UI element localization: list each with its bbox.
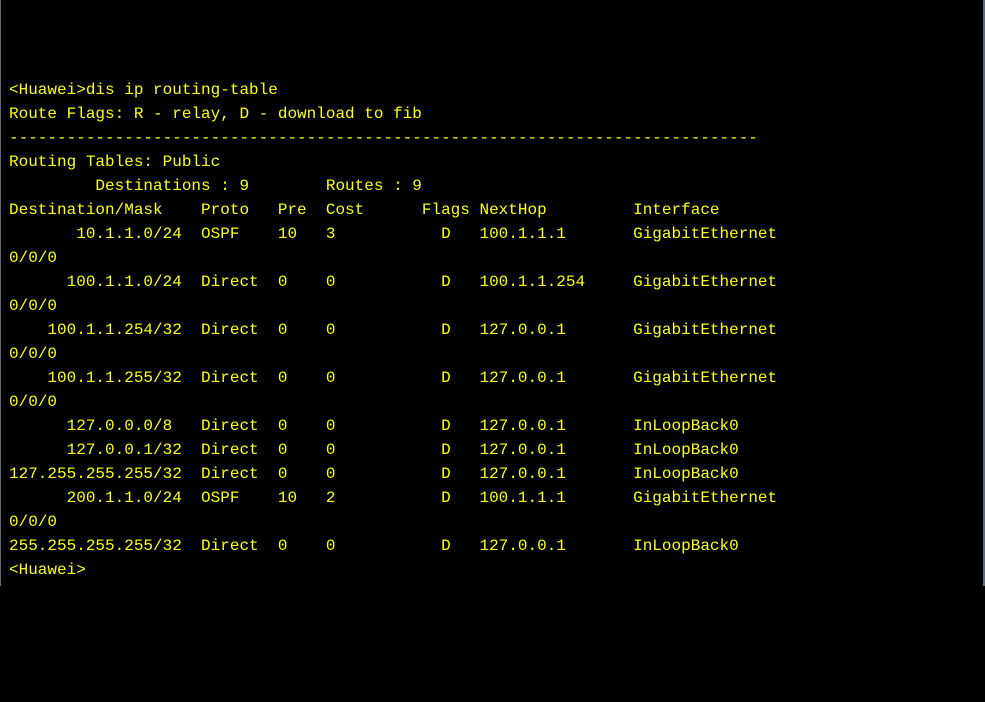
table-row: 255.255.255.255/32 Direct 0 0 D 127.0.0.…: [9, 534, 975, 558]
route-flags-line: Route Flags: R - relay, D - download to …: [9, 102, 975, 126]
separator-line: ----------------------------------------…: [9, 126, 975, 150]
prompt-line[interactable]: <Huawei>dis ip routing-table: [9, 78, 975, 102]
end-prompt[interactable]: <Huawei>: [9, 558, 975, 582]
table-row: 200.1.1.0/24 OSPF 10 2 D 100.1.1.1 Gigab…: [9, 486, 975, 510]
table-row: 100.1.1.0/24 Direct 0 0 D 100.1.1.254 Gi…: [9, 270, 975, 294]
table-row-wrap: 0/0/0: [9, 510, 975, 534]
table-row-wrap: 0/0/0: [9, 390, 975, 414]
table-row-wrap: 0/0/0: [9, 342, 975, 366]
table-row-wrap: 0/0/0: [9, 246, 975, 270]
command-text: dis ip routing-table: [86, 81, 278, 99]
table-row: 127.0.0.1/32 Direct 0 0 D 127.0.0.1 InLo…: [9, 438, 975, 462]
table-row: 127.0.0.0/8 Direct 0 0 D 127.0.0.1 InLoo…: [9, 414, 975, 438]
table-row-wrap: 0/0/0: [9, 294, 975, 318]
table-row: 100.1.1.255/32 Direct 0 0 D 127.0.0.1 Gi…: [9, 366, 975, 390]
table-row: 100.1.1.254/32 Direct 0 0 D 127.0.0.1 Gi…: [9, 318, 975, 342]
table-row: 10.1.1.0/24 OSPF 10 3 D 100.1.1.1 Gigabi…: [9, 222, 975, 246]
destinations-count-line: Destinations : 9 Routes : 9: [9, 174, 975, 198]
routing-tables-line: Routing Tables: Public: [9, 150, 975, 174]
table-header: Destination/Mask Proto Pre Cost Flags Ne…: [9, 198, 975, 222]
table-row: 127.255.255.255/32 Direct 0 0 D 127.0.0.…: [9, 462, 975, 486]
prompt-prefix: <Huawei>: [9, 81, 86, 99]
